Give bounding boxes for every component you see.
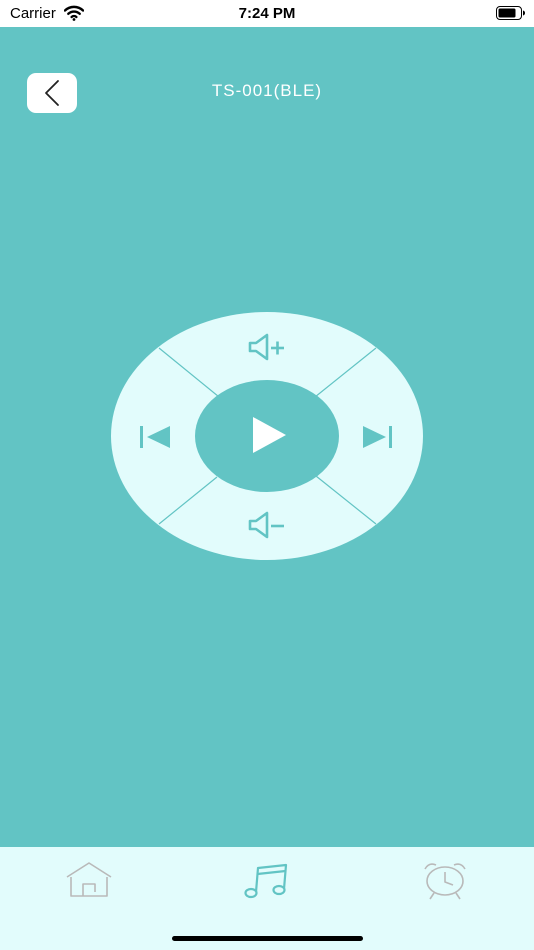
alarm-clock-icon bbox=[424, 863, 466, 900]
battery-icon bbox=[496, 6, 526, 25]
home-indicator bbox=[172, 936, 363, 941]
play-button[interactable] bbox=[205, 386, 329, 486]
tab-alarm[interactable] bbox=[417, 859, 473, 903]
volume-down-button[interactable] bbox=[210, 495, 324, 555]
previous-button[interactable] bbox=[118, 391, 192, 481]
tab-home[interactable] bbox=[61, 859, 117, 903]
status-bar: Carrier 7:24 PM bbox=[0, 0, 534, 27]
tab-bar bbox=[0, 847, 534, 950]
page-title: TS-001(BLE) bbox=[211, 81, 323, 100]
remote-control bbox=[110, 311, 424, 561]
home-icon bbox=[66, 862, 112, 897]
tab-music[interactable] bbox=[239, 859, 295, 903]
music-note-icon bbox=[244, 863, 288, 899]
clock-time: 7:24 PM bbox=[238, 5, 296, 22]
volume-up-button[interactable] bbox=[210, 319, 324, 379]
next-button[interactable] bbox=[342, 391, 416, 481]
main-area: TS-001(BLE) bbox=[0, 27, 534, 847]
